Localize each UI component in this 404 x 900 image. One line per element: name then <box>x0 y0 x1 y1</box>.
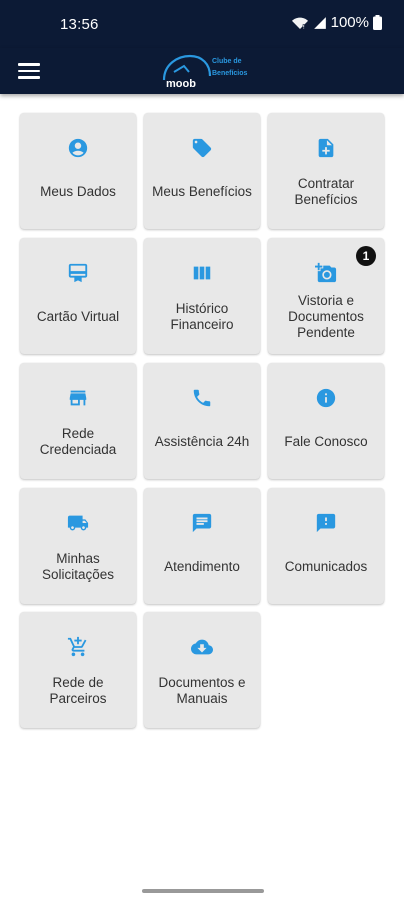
tile-vistoria-documentos[interactable]: 1 Vistoria e Documentos Pendente <box>268 238 384 354</box>
tile-label: Histórico Financeiro <box>170 301 234 332</box>
tile-label: Minhas Solicitações <box>41 551 115 582</box>
logo-subtitle-line1: Clube de <box>212 58 242 65</box>
wifi-icon <box>291 17 308 29</box>
tile-documentos-manuais[interactable]: Documentos e Manuais <box>144 612 260 728</box>
tile-label: Vistoria e Documentos Pendente <box>288 293 364 340</box>
tile-atendimento[interactable]: Atendimento <box>144 488 260 604</box>
phone-icon <box>193 389 211 407</box>
home-indicator[interactable] <box>142 889 264 893</box>
tile-fale-conosco[interactable]: Fale Conosco <box>268 363 384 479</box>
tile-label: Meus Dados <box>40 184 116 199</box>
account-circle-icon <box>68 138 88 158</box>
signal-icon <box>313 16 326 29</box>
tile-label: Rede de Parceiros <box>49 675 107 706</box>
truck-icon <box>67 515 89 531</box>
tile-label: Comunicados <box>284 559 368 574</box>
camera-add-icon <box>315 262 337 283</box>
cloud-download-icon <box>191 639 213 655</box>
tile-label: Meus Benefícios <box>152 184 252 199</box>
info-icon <box>316 388 336 408</box>
status-icons: 100% <box>291 14 382 31</box>
tile-label: Atendimento <box>164 559 240 574</box>
tile-label: Rede Credenciada <box>39 426 117 457</box>
tile-label: Cartão Virtual <box>36 309 120 324</box>
tag-icon <box>192 138 212 158</box>
tile-minhas-solicitacoes[interactable]: Minhas Solicitações <box>20 488 136 604</box>
tile-historico-financeiro[interactable]: Histórico Financeiro <box>144 238 260 354</box>
columns-icon <box>193 266 211 280</box>
tile-meus-beneficios[interactable]: Meus Benefícios <box>144 113 260 229</box>
logo-subtitle-line2: Benefícios <box>212 70 248 77</box>
app-bar: moob Clube de Benefícios <box>0 48 404 94</box>
note-add-icon <box>318 138 334 158</box>
tile-meus-dados[interactable]: Meus Dados <box>20 113 136 229</box>
status-bar: 13:56 100% <box>0 0 404 48</box>
tile-label: Assistência 24h <box>154 434 250 449</box>
tile-label: Documentos e Manuais <box>158 675 246 706</box>
logo-wordmark: moob <box>166 78 196 90</box>
chat-icon <box>192 513 212 533</box>
tile-rede-de-parceiros[interactable]: Rede de Parceiros <box>20 612 136 728</box>
tile-comunicados[interactable]: Comunicados <box>268 488 384 604</box>
card-membership-icon <box>68 263 88 283</box>
tile-contratar-beneficios[interactable]: Contratar Benefícios <box>268 113 384 229</box>
status-time: 13:56 <box>60 16 99 33</box>
menu-icon[interactable] <box>18 59 40 81</box>
tile-label: Fale Conosco <box>284 434 368 449</box>
feedback-icon <box>316 513 336 533</box>
battery-percent: 100% <box>330 14 369 31</box>
notification-badge: 1 <box>356 246 376 266</box>
cart-add-icon <box>67 636 87 657</box>
store-icon <box>69 390 87 406</box>
tile-cartao-virtual[interactable]: Cartão Virtual <box>20 238 136 354</box>
tile-rede-credenciada[interactable]: Rede Credenciada <box>20 363 136 479</box>
battery-icon <box>373 15 382 30</box>
tile-assistencia-24h[interactable]: Assistência 24h <box>144 363 260 479</box>
logo-subtitle: Clube de Benefícios <box>212 56 247 80</box>
tile-label: Contratar Benefícios <box>294 176 358 207</box>
